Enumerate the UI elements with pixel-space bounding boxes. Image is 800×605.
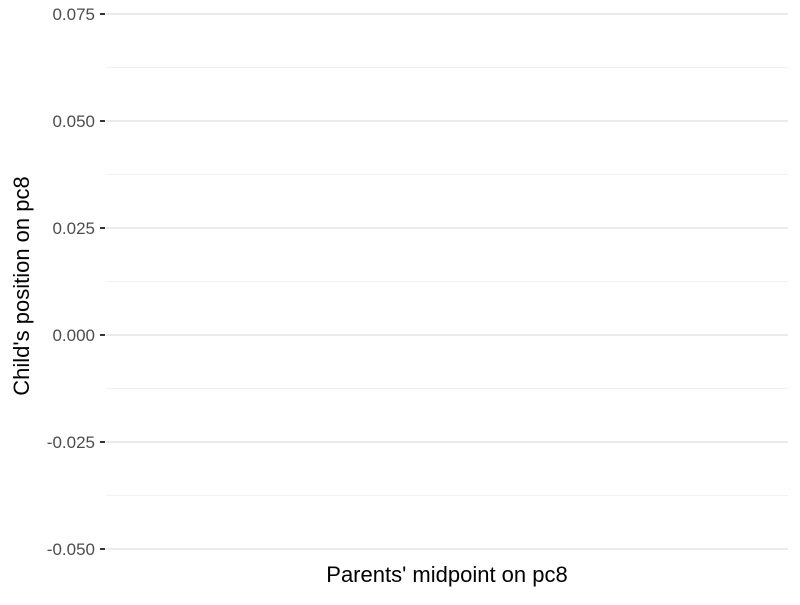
chart-container: -0.050 -0.025 0.000 0.025 0.050 0.075 Parents… (0, 0, 800, 600)
y-tick-label: -0.050 (47, 540, 95, 559)
y-tick-label: 0.000 (52, 326, 95, 345)
chart-svg: -0.050 -0.025 0.000 0.025 0.050 0.075 Parents… (9, 5, 788, 587)
y-tick-label: 0.075 (52, 5, 95, 24)
x-axis-title: Parents' midpoint on pc8 (326, 562, 567, 587)
grid-layer (106, 13, 788, 550)
y-tick-label: 0.050 (52, 112, 95, 131)
y-tick-label: 0.025 (52, 219, 95, 238)
y-axis-title: Child's position on pc8 (9, 176, 34, 395)
y-axis-ticks: -0.050 -0.025 0.000 0.025 0.050 0.075 (47, 5, 105, 559)
y-tick-label: -0.025 (47, 433, 95, 452)
